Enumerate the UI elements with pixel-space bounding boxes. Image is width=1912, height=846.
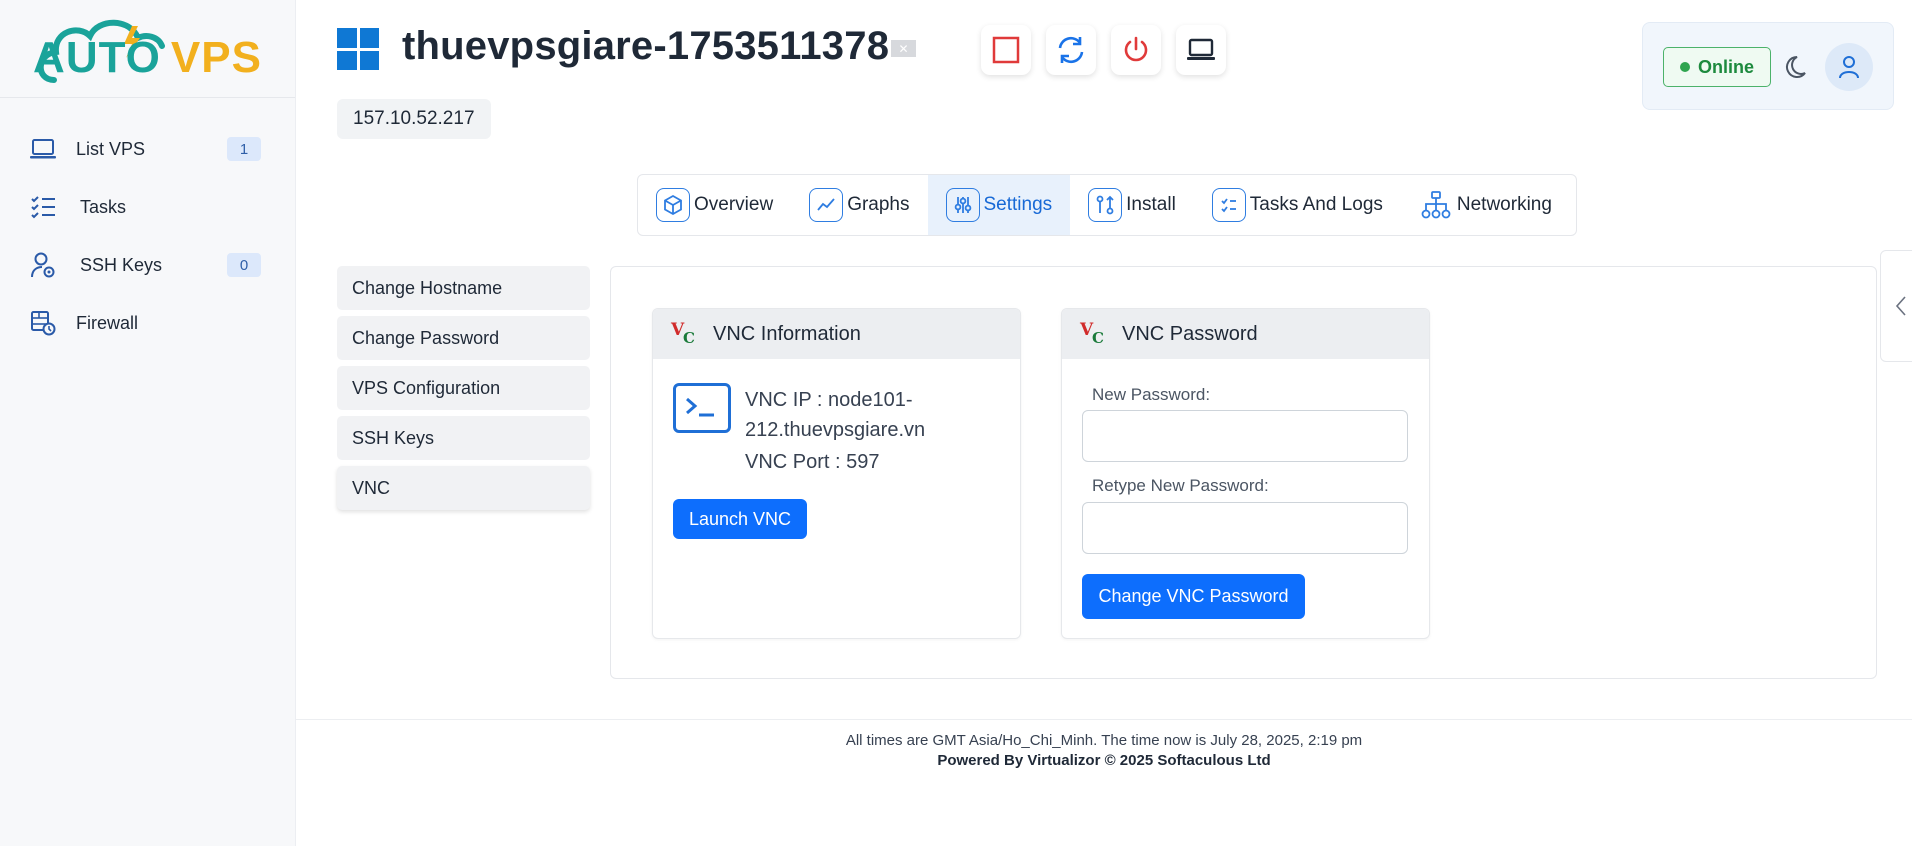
tab-label: Networking	[1456, 194, 1552, 215]
line-chart-icon	[809, 188, 844, 222]
vnc-ip: VNC IP : node101- 212.thuevpsgiare.vn	[745, 385, 1005, 445]
vnc-logo-icon: VC	[671, 320, 695, 347]
sidebar-nav: List VPS 1 Tasks SSH Keys 0 Firewall	[0, 98, 295, 352]
cube-icon	[656, 188, 690, 222]
vnc-logo-icon: VC	[1080, 320, 1104, 347]
submenu-vps-configuration[interactable]: VPS Configuration	[337, 366, 590, 410]
tab-label: Tasks And Logs	[1249, 194, 1383, 215]
submenu-change-hostname[interactable]: Change Hostname	[337, 266, 590, 310]
status-text: Online	[1697, 56, 1754, 77]
vps-count-badge: 1	[227, 137, 261, 161]
content-panel: VC VNC Information VNC IP : node101- 212…	[610, 266, 1877, 679]
sidebar-item-tasks[interactable]: Tasks	[0, 178, 295, 236]
tab-overview[interactable]: Overview	[638, 175, 791, 235]
restart-icon	[1058, 36, 1084, 64]
logo-auto: AUTO	[33, 32, 161, 82]
vnc-information-card: VC VNC Information VNC IP : node101- 212…	[652, 308, 1021, 639]
tab-label: Install	[1126, 194, 1176, 215]
tab-graphs[interactable]: Graphs	[791, 175, 927, 235]
vnc-ip-line1: VNC IP : node101-	[745, 389, 913, 411]
user-avatar-button[interactable]	[1825, 43, 1873, 91]
logo-text: AUTO VPS	[33, 33, 262, 83]
sliders-icon	[945, 188, 980, 222]
submenu-change-password[interactable]: Change Password	[337, 316, 590, 360]
ssh-key-count-badge: 0	[227, 253, 261, 277]
tab-label: Settings	[983, 194, 1053, 215]
online-dot-icon	[1679, 62, 1690, 72]
tab-settings[interactable]: Settings	[927, 175, 1071, 235]
footer: All times are GMT Asia/Ho_Chi_Minh. The …	[296, 719, 1912, 769]
card-header: VC VNC Password	[1062, 309, 1429, 359]
restart-button[interactable]	[1046, 25, 1096, 75]
moon-icon[interactable]	[1785, 53, 1813, 81]
status-panel: Online	[1642, 22, 1894, 110]
status-badge: Online	[1663, 47, 1771, 87]
logo[interactable]: AUTO VPS	[0, 0, 295, 98]
sidebar-item-label: List VPS	[76, 138, 146, 159]
stop-button[interactable]	[981, 25, 1031, 75]
power-icon	[1124, 36, 1148, 62]
card-title: VNC Information	[713, 322, 861, 345]
terminal-icon	[673, 383, 731, 433]
vnc-password-card: VC VNC Password New Password: Retype New…	[1061, 308, 1430, 639]
tab-install[interactable]: Install	[1070, 175, 1194, 235]
sidebar-item-ssh-keys[interactable]: SSH Keys 0	[0, 236, 295, 294]
retype-password-input[interactable]	[1082, 502, 1408, 554]
tab-bar: Overview Graphs Settings Install Tasks A…	[637, 174, 1577, 236]
footer-powered-by: Powered By Virtualizor © 2025 Softaculou…	[937, 752, 1271, 769]
ip-address: 157.10.52.217	[337, 99, 491, 139]
page-title: thuevpsgiare-1753511378	[402, 24, 890, 68]
collapse-panel-button[interactable]	[1880, 250, 1912, 362]
footer-time-note: All times are GMT Asia/Ho_Chi_Minh. The …	[845, 732, 1363, 749]
logo-vps: VPS	[170, 32, 262, 82]
user-key-icon	[28, 250, 58, 280]
vnc-ip-line2: 212.thuevpsgiare.vn	[745, 419, 926, 441]
firewall-icon	[28, 308, 58, 338]
card-header: VC VNC Information	[653, 309, 1020, 359]
sidebar-item-list-vps[interactable]: List VPS 1	[0, 120, 295, 178]
new-password-label: New Password:	[1092, 385, 1211, 404]
chevron-left-icon	[1895, 296, 1906, 316]
stop-icon	[992, 36, 1020, 64]
sidebar-item-label: Tasks	[80, 196, 127, 217]
submenu-ssh-keys[interactable]: SSH Keys	[337, 416, 590, 460]
vnc-port: VNC Port : 597	[745, 451, 880, 473]
laptop-icon	[28, 134, 58, 164]
checklist-icon	[28, 192, 58, 222]
tab-networking[interactable]: Networking	[1401, 175, 1570, 235]
user-icon	[1839, 56, 1859, 79]
flag-icon: ✕	[891, 40, 916, 57]
sidebar-item-label: SSH Keys	[80, 254, 163, 275]
card-title: VNC Password	[1122, 322, 1258, 345]
console-button[interactable]	[1176, 25, 1226, 75]
power-off-button[interactable]	[1111, 25, 1161, 75]
launch-vnc-button[interactable]: Launch VNC	[673, 499, 807, 539]
git-compare-icon	[1088, 188, 1123, 222]
network-icon	[1419, 188, 1453, 222]
tab-label: Graphs	[847, 194, 910, 215]
new-password-input[interactable]	[1082, 410, 1408, 462]
sidebar: AUTO VPS List VPS 1 Tasks SSH Keys 0 Fir…	[0, 0, 296, 846]
submenu-vnc[interactable]: VNC	[337, 466, 590, 510]
settings-submenu: Change Hostname Change Password VPS Conf…	[337, 266, 590, 516]
tab-label: Overview	[694, 194, 774, 215]
laptop-icon	[1187, 38, 1215, 60]
sidebar-item-firewall[interactable]: Firewall	[0, 294, 295, 352]
sidebar-item-label: Firewall	[76, 312, 139, 333]
retype-password-label: Retype New Password:	[1092, 476, 1269, 495]
tab-tasks-and-logs[interactable]: Tasks And Logs	[1194, 175, 1401, 235]
checklist-icon	[1211, 188, 1246, 222]
change-vnc-password-button[interactable]: Change VNC Password	[1082, 574, 1305, 619]
windows-os-icon	[337, 28, 379, 70]
